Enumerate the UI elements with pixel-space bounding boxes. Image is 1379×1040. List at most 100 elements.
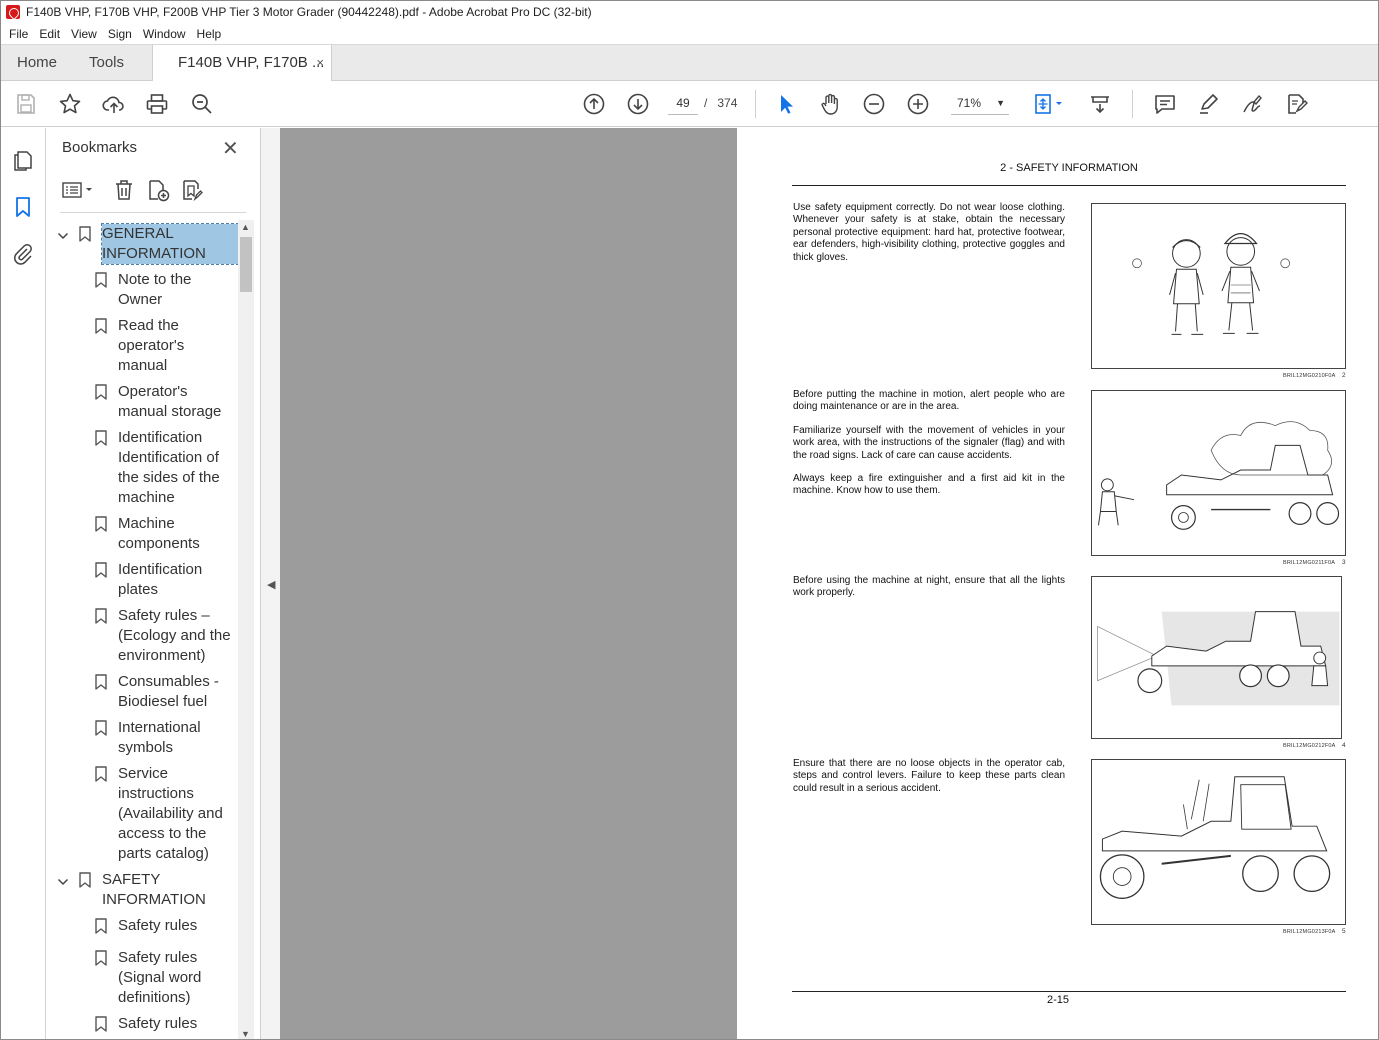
bookmark-properties-icon[interactable] (180, 178, 204, 202)
attachments-icon[interactable] (11, 242, 35, 266)
bookmark-icon (95, 272, 107, 288)
document-canvas[interactable]: 2 - SAFETY INFORMATION Use safety equipm… (280, 128, 1378, 1039)
figure-grader-signaler (1091, 390, 1346, 556)
new-bookmark-icon[interactable] (146, 178, 170, 202)
bookmark-label-line: Service (118, 765, 169, 782)
page-down-icon[interactable] (626, 92, 650, 116)
chevron-down-icon: ▼ (996, 98, 1005, 108)
chevron-down-icon[interactable] (57, 228, 69, 240)
bookmark-label-line: Biodiesel fuel (118, 693, 208, 710)
bookmark-label-line: Owner (118, 291, 163, 308)
bookmark-label-line: Safety rules (118, 949, 198, 966)
menu-file[interactable]: File (4, 27, 34, 41)
toolbar: 49 / 374 71% ▼ (1, 81, 1378, 127)
paragraph: Before putting the machine in motion, al… (793, 389, 1065, 413)
navigation-rail (1, 128, 46, 1039)
bookmark-label: Consumables - Biodiesel fuel (118, 672, 219, 712)
send-fill-sign-icon[interactable] (1284, 92, 1308, 116)
figure-grader-lights (1091, 576, 1342, 739)
delete-icon[interactable] (112, 178, 136, 202)
bookmark-label-line: Note to the (118, 271, 192, 288)
panel-divider (60, 212, 246, 213)
header-rule (792, 185, 1346, 186)
bookmark-icon (95, 720, 107, 736)
zoom-out-icon[interactable] (862, 92, 886, 116)
tab-bar: Home Tools F140B VHP, F170B ... × (1, 44, 1378, 81)
bookmark-label-line: manual storage (118, 403, 222, 420)
scroll-up-icon[interactable]: ▲ (241, 222, 250, 232)
print-icon[interactable] (145, 92, 169, 116)
pages-icon[interactable] (11, 149, 35, 173)
tab-document[interactable]: F140B VHP, F170B ... × (152, 45, 332, 81)
paragraph: Ensure that there are no loose objects i… (793, 758, 1065, 794)
save-icon[interactable] (14, 92, 38, 116)
fit-page-icon[interactable] (1032, 92, 1068, 116)
bookmarks-icon[interactable] (11, 195, 35, 219)
bookmark-label: International symbols (118, 718, 201, 758)
bookmarks-panel: Bookmarks ✕ GENERAL INFORMATION Note to th… (46, 128, 261, 1039)
bookmark-label-line: definitions) (118, 989, 191, 1006)
figure-safety-equipment (1091, 203, 1346, 369)
bookmark-label-line: Operator's (118, 383, 188, 400)
bookmark-label-line: Safety rules (118, 1015, 198, 1032)
page-number-input[interactable]: 49 (668, 91, 698, 115)
menu-edit[interactable]: Edit (34, 27, 66, 41)
pdf-page: 2 - SAFETY INFORMATION Use safety equipm… (737, 128, 1378, 1039)
bookmark-label-line: symbols (118, 739, 174, 756)
tab-tools[interactable]: Tools (89, 45, 124, 81)
chevron-down-icon[interactable] (57, 874, 69, 886)
bookmark-label-line: Consumables - (118, 673, 219, 690)
page-header: 2 - SAFETY INFORMATION (1000, 162, 1138, 174)
options-menu-icon[interactable] (61, 178, 97, 202)
section-text: Ensure that there are no loose objects i… (793, 758, 1065, 795)
zoom-in-icon[interactable] (906, 92, 930, 116)
bookmark-label-line: GENERAL (102, 225, 174, 242)
scroll-mode-icon[interactable] (1088, 92, 1112, 116)
tab-document-label: F140B VHP, F170B ... (178, 54, 325, 71)
menu-help[interactable]: Help (192, 27, 228, 41)
figure-code: BRIL12MG0211F0A (1283, 560, 1336, 566)
bookmark-label-line: components (118, 535, 200, 552)
bookmark-star-icon[interactable] (58, 92, 82, 116)
bookmark-scrollbar[interactable]: ▲ ▼ (238, 220, 254, 1039)
menu-window[interactable]: Window (138, 27, 192, 41)
bookmark-label-line: SAFETY (102, 871, 161, 888)
tab-close-icon[interactable]: × (316, 45, 324, 81)
bookmark-label: Service instructions (Availability and acce… (118, 764, 223, 864)
page-up-icon[interactable] (582, 92, 606, 116)
hand-icon[interactable] (818, 92, 842, 116)
select-cursor-icon[interactable] (774, 92, 798, 116)
acrobat-logo-icon (6, 5, 20, 19)
figure-grader-cab (1091, 759, 1346, 925)
bookmark-label: Read the operator's manual (118, 316, 184, 376)
bookmark-label: Identification Identification of the sides… (118, 428, 220, 508)
tab-home[interactable]: Home (17, 45, 57, 81)
collapse-panel-icon[interactable]: ◀ (267, 578, 275, 591)
bookmark-label: GENERAL INFORMATION (101, 223, 238, 265)
menu-sign[interactable]: Sign (103, 27, 138, 41)
bookmark-label-line: manual (118, 357, 168, 374)
highlight-pen-icon[interactable] (1197, 92, 1221, 116)
bookmark-label-line: International (118, 719, 201, 736)
bookmark-label: Identification plates (118, 560, 202, 600)
menu-bar: File Edit View Sign Window Help (1, 23, 1378, 44)
sign-icon[interactable] (1240, 92, 1264, 116)
bookmark-label-line: (Availability and (118, 805, 223, 822)
toolbar-divider (755, 90, 756, 118)
bookmark-label-line: (Signal word (118, 969, 202, 986)
zoom-level-select[interactable]: 71% ▼ (951, 91, 1009, 115)
scroll-down-icon[interactable]: ▼ (241, 1029, 250, 1039)
bookmark-label-line: INFORMATION (102, 891, 206, 908)
bookmark-tools (61, 176, 246, 204)
bookmark-label: Safety rules (118, 916, 197, 936)
upload-icon[interactable] (102, 92, 126, 116)
scrollbar-thumb[interactable] (240, 237, 252, 292)
menu-view[interactable]: View (66, 27, 103, 41)
bookmark-icon (95, 674, 107, 690)
bookmark-icon (95, 1016, 107, 1032)
panel-splitter[interactable]: ◀ (261, 128, 280, 1039)
comment-icon[interactable] (1153, 92, 1177, 116)
close-icon[interactable]: ✕ (222, 136, 239, 161)
bookmark-label: Machine components (118, 514, 200, 554)
search-zoom-icon[interactable] (190, 92, 214, 116)
